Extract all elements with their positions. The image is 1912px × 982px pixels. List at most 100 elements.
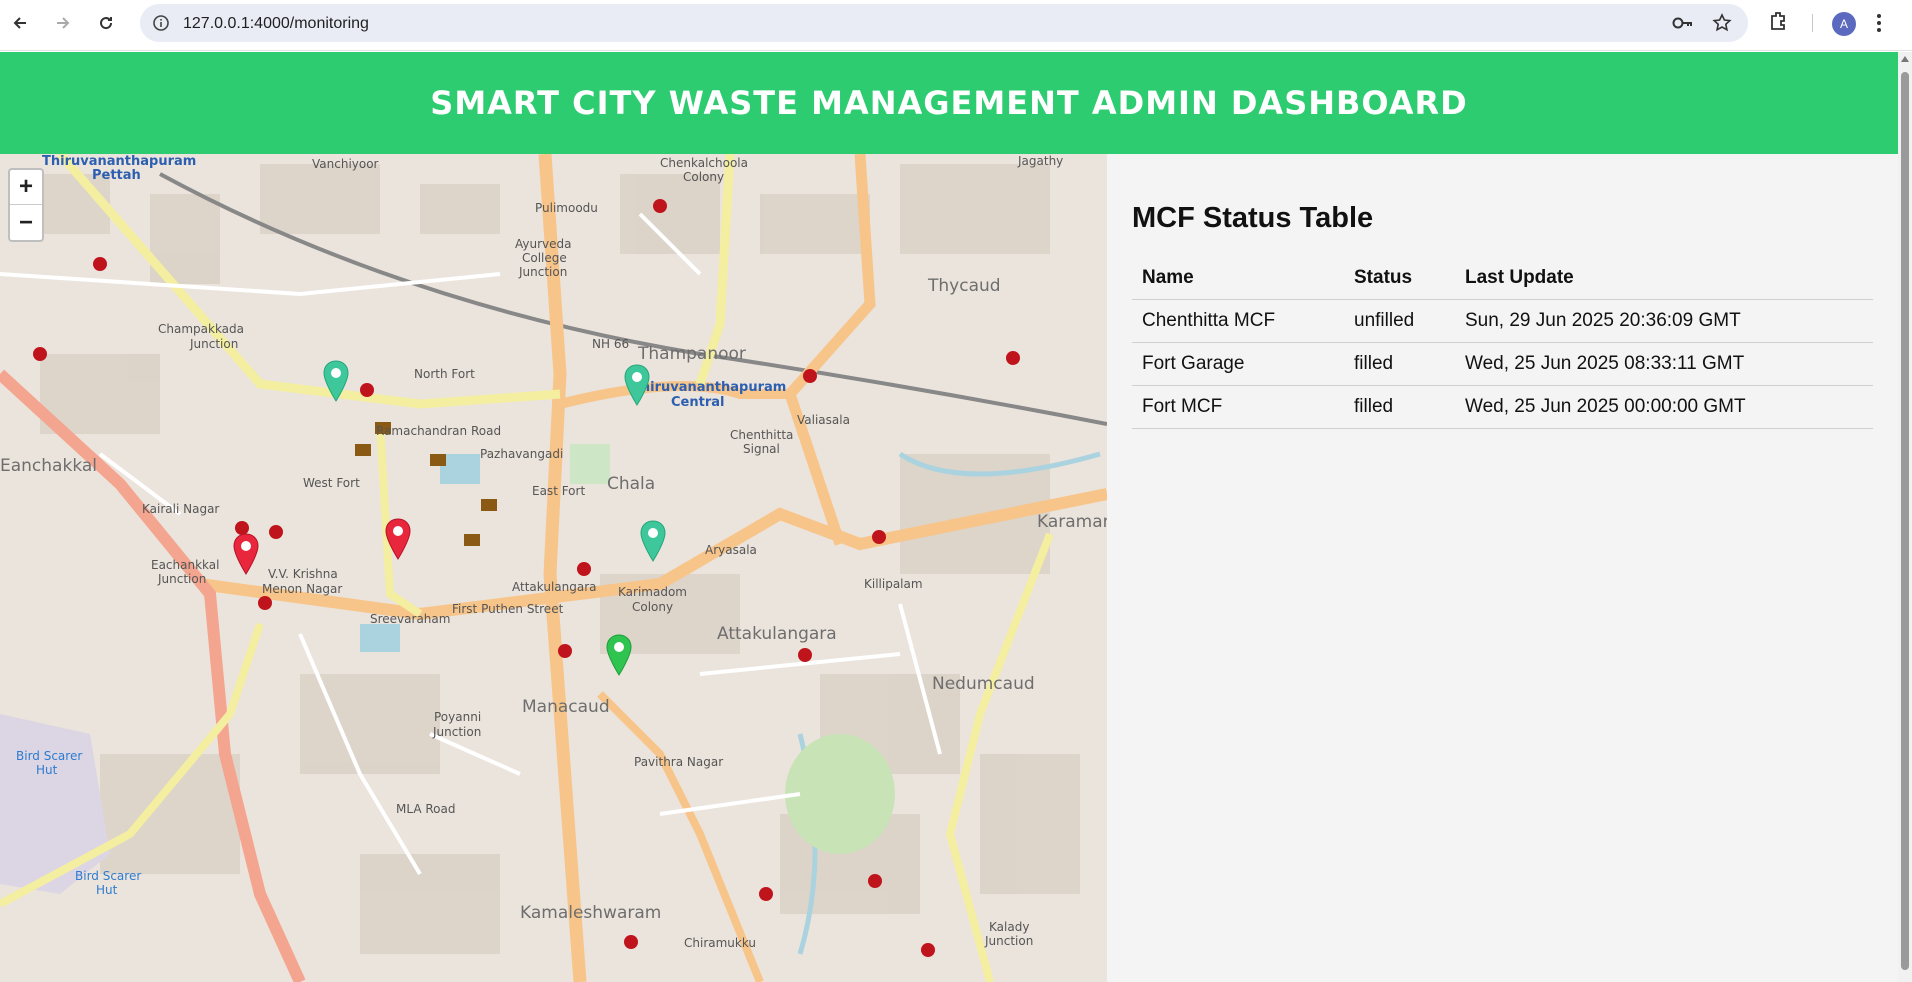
green-map-marker[interactable] bbox=[624, 364, 650, 406]
map-label: Kamaleshwaram bbox=[520, 903, 662, 923]
table-row: Chenthitta MCF unfilled Sun, 29 Jun 2025… bbox=[1132, 299, 1873, 343]
map-label: Bird Scarer bbox=[16, 749, 83, 763]
cell-last-update: Wed, 25 Jun 2025 00:00:00 GMT bbox=[1455, 385, 1873, 429]
map-label: MLA Road bbox=[396, 802, 456, 816]
url-text: 127.0.0.1:4000/monitoring bbox=[183, 15, 369, 32]
scrollbar-thumb[interactable] bbox=[1901, 72, 1909, 970]
column-header-last-update: Last Update bbox=[1455, 257, 1873, 300]
map-label: Kairali Nagar bbox=[142, 502, 220, 516]
cell-last-update: Wed, 25 Jun 2025 08:33:11 GMT bbox=[1455, 342, 1873, 386]
map-label: Sreevaraham bbox=[370, 612, 451, 626]
map-label: Valiasala bbox=[797, 413, 850, 427]
map-label: NH 66 bbox=[592, 337, 630, 351]
map-label: Thiruvananthapuram bbox=[632, 380, 787, 395]
table-row: Fort Garage filled Wed, 25 Jun 2025 08:3… bbox=[1132, 342, 1873, 386]
page-scrollbar[interactable] bbox=[1898, 52, 1912, 982]
map-label: Central bbox=[671, 395, 725, 410]
map-label: Chenkalchoola bbox=[660, 156, 748, 170]
bookmark-star-icon[interactable] bbox=[1712, 13, 1732, 38]
map-label: West Fort bbox=[303, 476, 360, 490]
map-label: Karaman bbox=[1037, 512, 1107, 532]
map-label: Aryasala bbox=[705, 543, 757, 557]
map-label: Thycaud bbox=[928, 276, 1001, 296]
map-label: Pulimoodu bbox=[535, 201, 598, 215]
browser-toolbar: 127.0.0.1:4000/monitoring A bbox=[0, 0, 1912, 51]
panel-title: MCF Status Table bbox=[1132, 202, 1374, 234]
cell-status: filled bbox=[1344, 385, 1455, 429]
map-zoom-control: + − bbox=[8, 168, 44, 242]
cell-name: Fort Garage bbox=[1132, 342, 1344, 386]
column-header-status: Status bbox=[1344, 257, 1455, 300]
page-title: SMART CITY WASTE MANAGEMENT ADMIN DASHBO… bbox=[430, 84, 1468, 122]
map-label: North Fort bbox=[414, 367, 475, 381]
map-label: Bird Scarer bbox=[75, 869, 142, 883]
map-label: Junction bbox=[158, 572, 207, 586]
map-view[interactable]: + − Thiruvananthapuram Pettah Vanchiyoor… bbox=[0, 154, 1107, 982]
profile-avatar[interactable]: A bbox=[1832, 12, 1856, 36]
table-header-row: Name Status Last Update bbox=[1132, 257, 1873, 300]
map-label: Champakkada bbox=[158, 322, 245, 336]
map-label: Killipalam bbox=[864, 577, 923, 591]
red-map-marker[interactable] bbox=[233, 533, 259, 575]
map-label: Ayurveda bbox=[515, 237, 572, 251]
map-label: First Puthen Street bbox=[452, 602, 564, 616]
mcf-status-table: Name Status Last Update Chenthitta MCF u… bbox=[1132, 257, 1873, 429]
map-label: Junction bbox=[190, 337, 239, 351]
green-map-marker[interactable] bbox=[606, 634, 632, 676]
map-label: Nedumcaud bbox=[932, 674, 1035, 694]
map-label: Chala bbox=[607, 474, 656, 494]
cell-name: Chenthitta MCF bbox=[1132, 299, 1344, 343]
toolbar-divider bbox=[1812, 14, 1813, 32]
map-label: Junction bbox=[985, 934, 1034, 948]
map-label: Signal bbox=[743, 442, 780, 456]
green-map-marker[interactable] bbox=[323, 360, 349, 402]
map-label: Chenthitta bbox=[730, 428, 794, 442]
map-label: Colony bbox=[683, 170, 725, 184]
reload-icon[interactable] bbox=[93, 10, 119, 36]
map-label: Menon Nagar bbox=[262, 582, 343, 596]
map-label: Poyanni bbox=[434, 710, 482, 724]
map-label: Pettah bbox=[92, 168, 141, 183]
kebab-menu-icon[interactable] bbox=[1876, 12, 1882, 39]
cell-status: unfilled bbox=[1344, 299, 1455, 343]
zoom-in-button[interactable]: + bbox=[10, 170, 42, 205]
map-label: Thampanoor bbox=[638, 344, 746, 364]
map-label: College bbox=[522, 251, 567, 265]
map-label: Pazhavangadi bbox=[480, 447, 564, 461]
map-label: Attakulangara bbox=[512, 580, 597, 594]
map-label: Pavithra Nagar bbox=[634, 755, 724, 769]
map-label: Ramachandran Road bbox=[376, 424, 502, 438]
forward-icon[interactable] bbox=[50, 10, 76, 36]
extensions-icon[interactable] bbox=[1768, 10, 1790, 37]
table-row: Fort MCF filled Wed, 25 Jun 2025 00:00:0… bbox=[1132, 385, 1873, 429]
map-label: Manacaud bbox=[522, 697, 610, 717]
red-map-marker[interactable] bbox=[385, 518, 411, 560]
map-label: Hut bbox=[36, 763, 58, 777]
green-map-marker[interactable] bbox=[640, 520, 666, 562]
cell-last-update: Sun, 29 Jun 2025 20:36:09 GMT bbox=[1455, 299, 1873, 343]
site-info-icon[interactable] bbox=[152, 14, 170, 37]
map-label: Junction bbox=[433, 725, 482, 739]
zoom-out-button[interactable]: − bbox=[10, 205, 42, 240]
address-bar[interactable]: 127.0.0.1:4000/monitoring bbox=[140, 4, 1748, 42]
map-label: Attakulangara bbox=[717, 624, 837, 644]
map-label: East Fort bbox=[532, 484, 586, 498]
back-icon[interactable] bbox=[7, 10, 33, 36]
map-label: Eanchakkal bbox=[0, 456, 98, 476]
map-label: Junction bbox=[519, 265, 568, 279]
map-label: V.V. Krishna bbox=[268, 567, 338, 581]
password-key-icon[interactable] bbox=[1672, 14, 1694, 37]
map-label: Chiramukku bbox=[684, 936, 757, 950]
map-label: Eachankkal bbox=[151, 558, 220, 572]
status-panel: MCF Status Table Name Status Last Update… bbox=[1107, 154, 1898, 982]
scroll-up-arrow-icon[interactable] bbox=[1901, 56, 1909, 62]
map-label: Vanchiyoor bbox=[312, 157, 379, 171]
column-header-name: Name bbox=[1132, 257, 1344, 300]
map-label: Jagathy bbox=[1018, 154, 1064, 168]
map-label: Colony bbox=[632, 600, 674, 614]
map-label: Thiruvananthapuram bbox=[42, 154, 197, 169]
map-label: Kalady bbox=[989, 920, 1030, 934]
dashboard-header: SMART CITY WASTE MANAGEMENT ADMIN DASHBO… bbox=[0, 52, 1898, 154]
map-label: Karimadom bbox=[618, 585, 687, 599]
map-label: Hut bbox=[96, 883, 118, 897]
